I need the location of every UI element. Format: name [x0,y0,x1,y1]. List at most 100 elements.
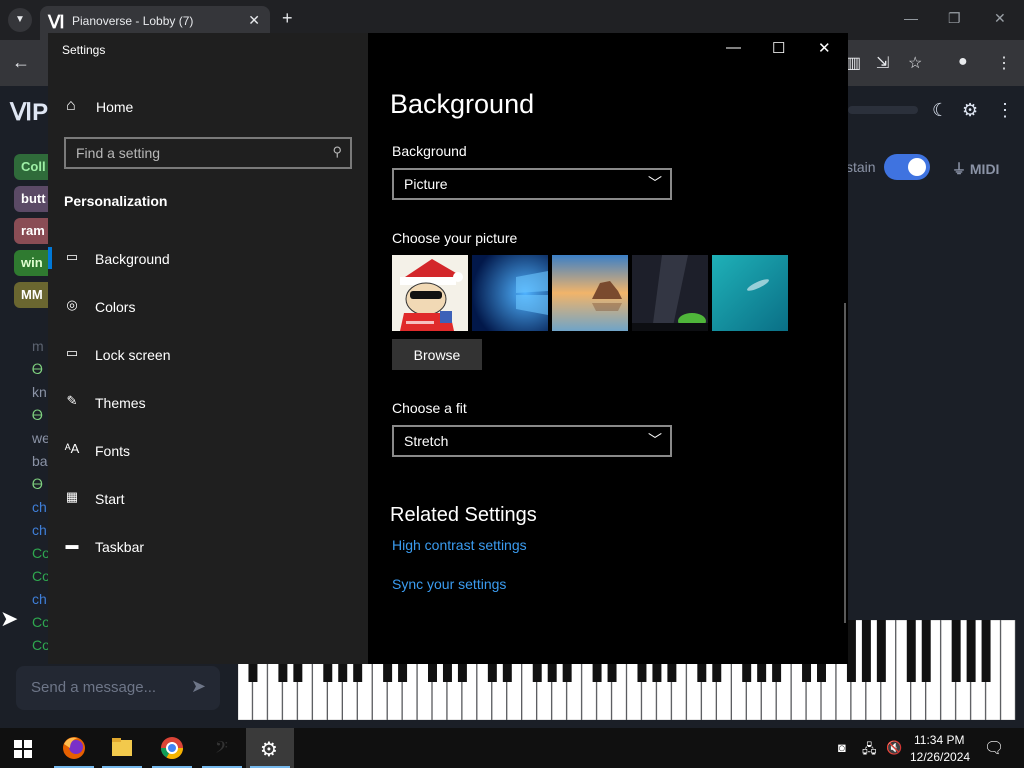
mouse-cursor-icon: ➤ [0,606,19,631]
nav-item-background[interactable]: ▭ Background [48,234,368,282]
chat-message: ch [32,591,47,607]
svg-text:⚙: ⚙ [260,737,278,761]
browser-menu-icon[interactable]: ⋮ [996,53,1012,73]
piano-black-key[interactable] [861,620,871,682]
chat-message: ba [32,453,48,469]
background-dropdown[interactable]: Picture ﹀ [392,168,672,200]
piano-black-key[interactable] [981,620,991,682]
tab-search-button[interactable]: ▼ [8,8,32,32]
new-tab-button[interactable]: + [282,8,293,29]
settings-maximize-button[interactable]: ☐ [772,39,785,57]
sync-settings-link[interactable]: Sync your settings [392,576,506,592]
profile-icon[interactable]: ● [958,53,968,71]
nav-item-colors[interactable]: ◎ Colors [48,282,368,330]
browser-restore-button[interactable]: ❐ [948,10,961,27]
related-settings-heading: Related Settings [390,504,537,526]
nav-item-label: Taskbar [95,539,145,555]
chat-message: kn [32,384,47,400]
piano-extension-icon[interactable]: ▥ [846,53,861,73]
install-app-icon[interactable]: ⇲ [876,53,889,73]
nav-item-start[interactable]: ▦ Start [48,474,368,522]
piano-black-key[interactable] [951,620,961,682]
defender-tray-icon[interactable]: ◙ [838,740,846,755]
picture-thumbnail-santa-meme[interactable] [392,255,468,331]
chat-message: Co [32,568,48,584]
tab-title: Pianoverse - Lobby (7) [72,14,194,28]
piano-black-key[interactable] [966,620,976,682]
search-icon: ⚲ [332,144,342,159]
notifications-icon[interactable]: 🗨 [984,738,1004,758]
browse-button[interactable]: Browse [392,339,482,370]
music-clef-taskbar-icon[interactable]: 𝄢 [198,728,246,768]
home-icon: ⌂ [66,97,76,114]
network-tray-icon[interactable]: 🖧 [862,740,877,762]
clock-time[interactable]: 11:34 PM [914,733,964,747]
picture-thumbnail-underwater[interactable] [712,255,788,331]
find-setting-input[interactable]: Find a setting ⚲ [64,137,352,169]
chat-message-input[interactable]: Send a message... ➤ [16,666,220,710]
back-arrow-icon[interactable]: ← [12,52,30,73]
settings-nav-pane: Settings ⌂ Home Find a setting ⚲ Persona… [48,33,368,664]
piano-black-key[interactable] [876,620,886,682]
windows-taskbar: 𝄢 ⚙ ◙ 🖧 🔇 11:34 PM 12/26/2024 🗨 [0,728,1024,768]
browser-minimize-button[interactable]: — [904,10,918,26]
pianoverse-favicon-icon: Ⅵ [48,12,65,32]
dark-mode-moon-icon[interactable]: ☾ [932,100,948,121]
file-explorer-taskbar-icon[interactable] [98,728,146,768]
bookmark-star-icon[interactable]: ☆ [908,53,922,73]
windows-start-icon[interactable] [14,740,32,758]
clock-date[interactable]: 12/26/2024 [910,750,970,764]
send-icon[interactable]: ➤ [191,676,206,697]
piano-black-key[interactable] [846,620,856,682]
settings-gear-icon[interactable]: ⚙ [962,100,978,121]
nav-item-label: Background [95,251,170,267]
chat-message: ch [32,522,47,538]
fit-dropdown[interactable]: Stretch ﹀ [392,425,672,457]
nav-item-fonts[interactable]: ᴬA Fonts [48,426,368,474]
firefox-taskbar-icon[interactable] [50,728,98,768]
content-scrollbar[interactable] [844,303,846,623]
piano-black-key[interactable] [921,620,931,682]
nav-home-label: Home [96,99,134,115]
sustain-toggle[interactable] [884,154,930,180]
browser-close-button[interactable]: ✕ [994,10,1006,27]
start-icon: ▦ [65,489,79,504]
tab-close-icon[interactable]: ✕ [248,12,260,29]
svg-text:𝄢: 𝄢 [215,737,228,761]
pianoverse-menu-icon[interactable]: ⋮ [996,100,1014,121]
picture-thumbnail-beach-rocks[interactable] [552,255,628,331]
piano-white-key[interactable] [1000,620,1016,720]
background-dropdown-value: Picture [404,176,448,192]
nav-item-lock-screen[interactable]: ▭ Lock screen [48,330,368,378]
plug-icon: ⏚ [952,161,970,177]
chevron-down-icon: ﹀ [648,175,662,191]
picture-thumbnail-night-sky[interactable] [632,255,708,331]
settings-taskbar-icon[interactable]: ⚙ [246,728,294,768]
nav-item-label: Themes [95,395,146,411]
piano-black-key[interactable] [906,620,916,682]
chat-message: m [32,338,44,354]
nav-item-themes[interactable]: ✎ Themes [48,378,368,426]
chat-message: Ꮎ [32,407,43,423]
active-indicator [48,247,52,269]
chat-message: Ꮎ [32,476,43,492]
settings-close-button[interactable]: ✕ [818,39,831,57]
volume-muted-icon[interactable]: 🔇 [886,740,902,756]
chat-message: ch [32,499,47,515]
high-contrast-link[interactable]: High contrast settings [392,537,527,553]
chrome-taskbar-icon[interactable] [148,728,196,768]
themes-icon: ✎ [66,393,78,408]
sustain-label: stain [846,159,876,175]
fonts-icon: ᴬA [64,441,80,456]
choose-picture-label: Choose your picture [392,230,518,246]
picture-thumbnail-windows-light[interactable] [472,255,548,331]
settings-minimize-button[interactable]: — [726,39,741,56]
search-placeholder: Find a setting [76,145,161,161]
nav-item-taskbar[interactable]: ▬ Taskbar [48,522,368,570]
background-label: Background [392,143,467,159]
midi-button[interactable]: ⏚ MIDI [952,159,999,179]
taskbar-icon: ▬ [65,537,79,552]
chat-message: Co [32,545,48,561]
toggle-knob [908,158,926,176]
nav-home[interactable]: ⌂ Home [48,89,368,125]
